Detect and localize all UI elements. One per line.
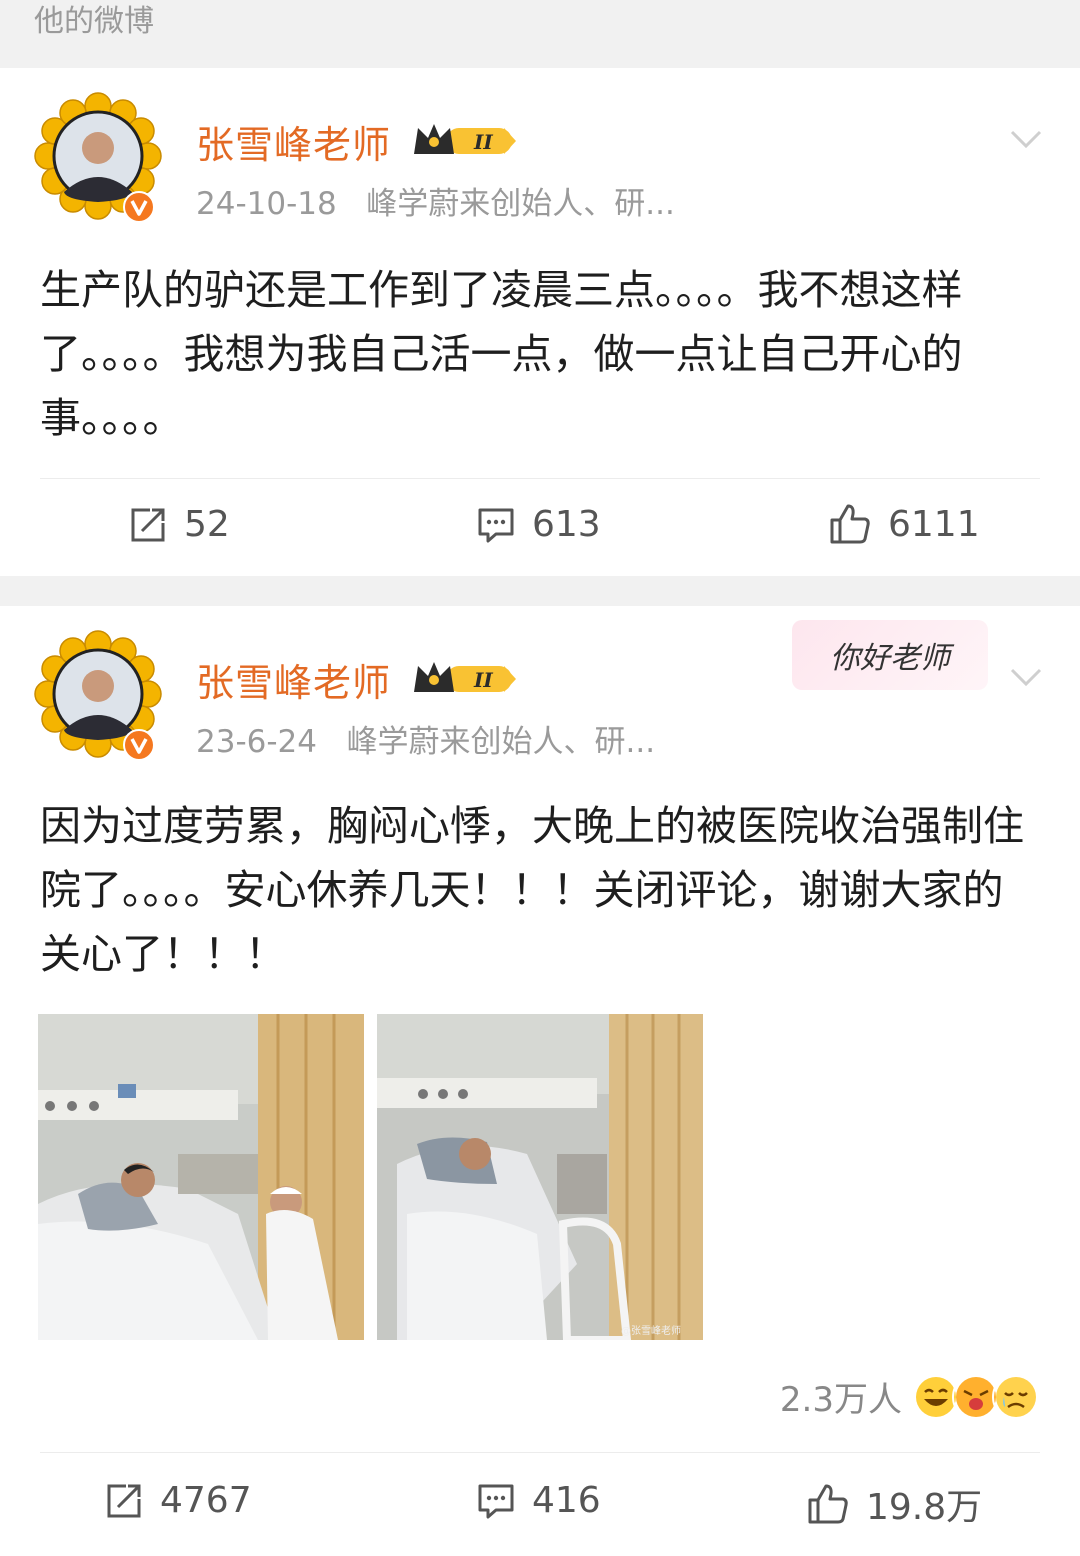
svg-text:II: II <box>473 130 493 154</box>
author-name[interactable]: 张雪峰老师 <box>196 652 391 707</box>
repost-button[interactable]: 52 <box>128 504 230 545</box>
comment-count: 416 <box>532 1480 601 1521</box>
like-count: 6111 <box>888 503 980 545</box>
post-text: 生产队的驴还是工作到了凌晨三点。。。。我不想这样了。。。。我想为我自己活一点，做… <box>40 266 963 442</box>
divider <box>40 478 1040 479</box>
chevron-down-icon[interactable] <box>1008 124 1044 154</box>
verified-badge-icon <box>123 191 155 223</box>
divider <box>40 1452 1040 1453</box>
svg-text:@张雪峰老师: @张雪峰老师 <box>621 1324 681 1337</box>
repost-icon <box>107 1484 141 1517</box>
reaction-count: 2.3万人 <box>779 1380 902 1420</box>
repost-count: 4767 <box>160 1480 252 1521</box>
post-date: 24-10-18 <box>196 186 337 222</box>
author-name[interactable]: 张雪峰老师 <box>196 114 391 169</box>
like-button[interactable]: 19.8万 <box>806 1478 982 1530</box>
weibo-post-card: 张雪峰老师 II 24-10-18 峰学蔚来创始人、研... 生产队的驴还是工作… <box>0 68 1080 576</box>
comment-count: 613 <box>532 504 601 545</box>
chevron-down-icon[interactable] <box>1008 662 1044 692</box>
repost-button[interactable]: 4767 <box>104 1480 252 1521</box>
post-image[interactable]: @张雪峰老师 <box>377 1014 703 1340</box>
avatar[interactable] <box>34 630 162 761</box>
comment-icon <box>478 508 514 542</box>
author-bio: 峰学蔚来创始人、研... <box>346 724 656 760</box>
section-title: 他的微博 <box>34 4 154 39</box>
comment-button[interactable]: 416 <box>476 1480 601 1521</box>
post-meta: 23-6-24 峰学蔚来创始人、研... <box>196 716 655 761</box>
repost-count: 52 <box>184 504 230 545</box>
avatar[interactable] <box>34 92 162 223</box>
like-icon <box>808 1484 848 1524</box>
like-button[interactable]: 6111 <box>828 502 980 546</box>
weibo-post-card: 张雪峰老师 II 23-6-24 峰学蔚来创始人、研... 你好老师 因为过度劳… <box>0 606 1080 1556</box>
like-count: 19.8万 <box>866 1487 983 1528</box>
vip-crown-icon[interactable]: II <box>412 658 520 698</box>
post-text: 因为过度劳累，胸闷心悸，大晚上的被医院收治强制住院了。。。。安心休养几天！！！关… <box>40 802 1024 978</box>
post-date: 23-6-24 <box>196 724 317 760</box>
verified-badge-icon <box>123 729 155 761</box>
reaction-summary[interactable]: 2.3万人 <box>780 1372 1040 1421</box>
svg-text:II: II <box>473 668 493 692</box>
repost-icon <box>131 508 165 541</box>
post-meta: 24-10-18 峰学蔚来创始人、研... <box>196 178 675 223</box>
cry-emoji-icon <box>992 1372 1040 1421</box>
comment-icon <box>478 1484 514 1518</box>
vip-crown-icon[interactable]: II <box>412 120 520 160</box>
like-icon <box>830 504 870 544</box>
author-bio: 峰学蔚来创始人、研... <box>366 186 675 222</box>
post-image[interactable] <box>38 1014 364 1340</box>
comment-button[interactable]: 613 <box>476 504 601 545</box>
card-sticker: 你好老师 <box>792 620 988 690</box>
